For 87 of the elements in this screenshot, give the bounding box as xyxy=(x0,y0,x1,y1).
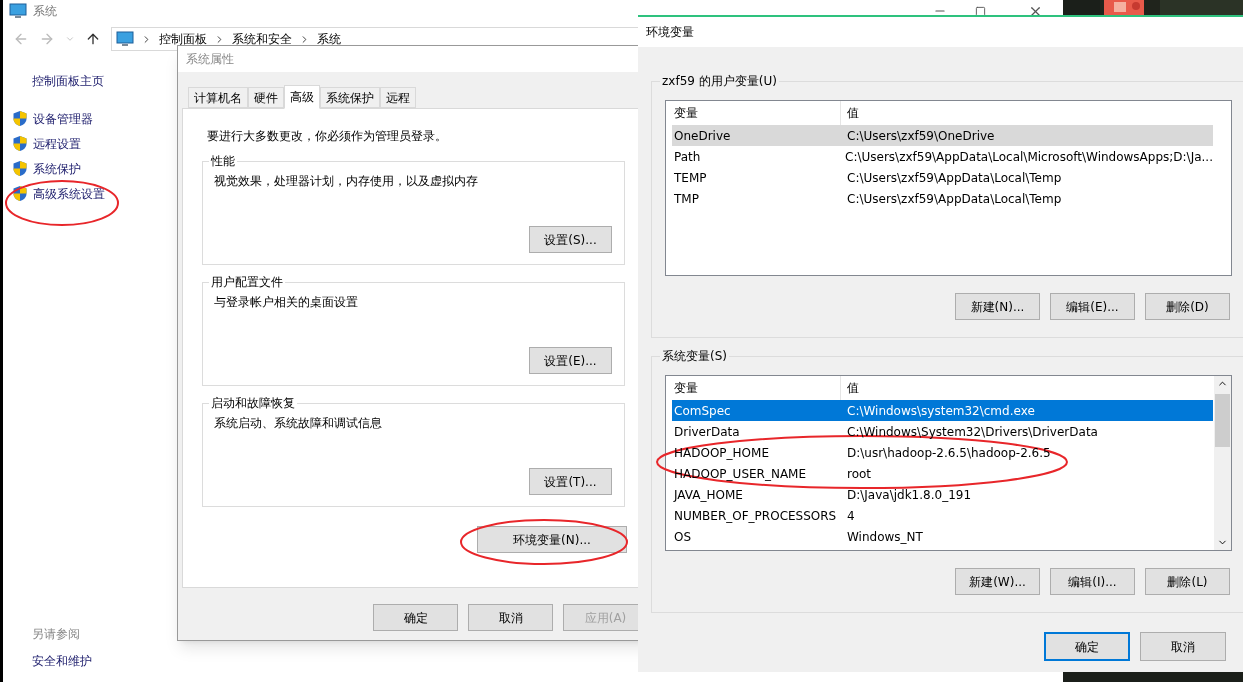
sidebar-link[interactable]: 设备管理器 xyxy=(33,109,93,128)
variable-value: C:\Users\zxf59\OneDrive xyxy=(846,127,996,145)
forward-icon[interactable] xyxy=(39,31,55,47)
variable-name: TEMP xyxy=(673,169,708,187)
list-row[interactable]: OS Windows_NT xyxy=(672,526,1213,547)
sidebar-link[interactable]: 安全和维护 xyxy=(32,652,92,670)
settings-button[interactable]: 设置(T)... xyxy=(529,468,612,495)
list-action-button[interactable]: 删除(L) xyxy=(1145,568,1230,595)
group-description: 与登录帐户相关的桌面设置 xyxy=(214,294,359,311)
scroll-thumb[interactable] xyxy=(1215,394,1230,447)
group-title: 性能 xyxy=(209,154,237,168)
variable-name: HADOOP_HOME xyxy=(673,444,770,462)
variable-name: ComSpec xyxy=(673,402,732,420)
maximize-icon[interactable] xyxy=(975,5,986,17)
tab[interactable]: 远程 xyxy=(380,87,416,108)
window-title: 系统 xyxy=(33,3,57,20)
computer-icon xyxy=(9,3,27,19)
list-action-button[interactable]: 编辑(I)... xyxy=(1050,568,1135,595)
list-row[interactable]: ComSpec C:\Windows\system32\cmd.exe xyxy=(672,400,1213,421)
scrollbar[interactable] xyxy=(1214,376,1231,550)
variable-name: DriverData xyxy=(673,423,741,441)
shield-icon xyxy=(12,160,28,177)
breadcrumb-item[interactable]: 系统和安全 xyxy=(232,32,292,46)
variable-value: C:\Windows\System32\Drivers\DriverData xyxy=(846,423,1099,441)
variable-name: OS xyxy=(673,528,693,546)
variable-value: C:\Users\zxf59\AppData\Local\Temp xyxy=(846,169,1063,187)
list-row[interactable]: Path C:\Users\zxf59\AppData\Local\Microsoft\WindowsApps;D:\Ja... xyxy=(672,146,1213,167)
group-title: zxf59 的用户变量(U) xyxy=(660,74,779,88)
dialog-button[interactable]: 取消 xyxy=(1140,632,1226,661)
dialog-button[interactable]: 取消 xyxy=(468,604,553,631)
history-caret-icon[interactable] xyxy=(65,34,75,44)
sidebar-link[interactable]: 高级系统设置 xyxy=(33,184,105,203)
variable-value: C:\Windows\system32\cmd.exe xyxy=(846,402,1036,420)
breadcrumb-item[interactable]: 控制面板 xyxy=(159,32,207,46)
sidebar-link[interactable]: 系统保护 xyxy=(33,159,81,178)
group-title: 系统变量(S) xyxy=(660,349,729,363)
computer-icon xyxy=(116,31,134,47)
list-action-button[interactable]: 删除(D) xyxy=(1145,293,1230,320)
variable-name: OneDrive xyxy=(673,127,732,145)
sidebar-link[interactable]: 远程设置 xyxy=(33,134,81,153)
settings-button[interactable]: 设置(S)... xyxy=(529,226,612,253)
variable-name: JAVA_HOME xyxy=(672,486,744,504)
environment-variables-button[interactable]: 环境变量(N)... xyxy=(477,526,627,553)
settings-button[interactable]: 设置(E)... xyxy=(529,347,612,374)
column-header[interactable]: 值 xyxy=(841,101,1213,125)
dialog-button[interactable]: 确定 xyxy=(1044,632,1130,661)
shield-icon xyxy=(12,110,28,127)
breadcrumb-item[interactable]: 系统 xyxy=(317,32,341,46)
variable-name: Path xyxy=(673,148,702,166)
notice-text: 要进行大多数更改，你必须作为管理员登录。 xyxy=(206,128,448,145)
variable-name: TMP xyxy=(673,190,700,208)
tab[interactable]: 硬件 xyxy=(248,87,284,108)
variable-value: D:\usr\hadoop-2.6.5\hadoop-2.6.5 xyxy=(846,444,1052,462)
variable-value: root xyxy=(846,465,873,483)
list-row[interactable]: DriverData C:\Windows\System32\Drivers\DriverData xyxy=(672,421,1213,442)
list-action-button[interactable]: 编辑(E)... xyxy=(1050,293,1135,320)
shield-icon xyxy=(12,185,28,202)
variable-name: HADOOP_USER_NAME xyxy=(673,465,808,483)
group-description: 系统启动、系统故障和调试信息 xyxy=(214,415,383,432)
dialog-button[interactable]: 确定 xyxy=(373,604,458,631)
column-header[interactable]: 值 xyxy=(841,376,1213,400)
tab[interactable]: 高级 xyxy=(284,85,320,109)
up-icon[interactable] xyxy=(85,31,101,47)
list-row[interactable]: OneDrive C:\Users\zxf59\OneDrive xyxy=(672,125,1213,146)
group-title: 用户配置文件 xyxy=(209,275,285,289)
list-row[interactable]: NUMBER_OF_PROCESSORS 4 xyxy=(672,505,1213,526)
list-row[interactable]: HADOOP_HOME D:\usr\hadoop-2.6.5\hadoop-2.6.5 xyxy=(672,442,1213,463)
variable-value: C:\Users\zxf59\AppData\Local\Microsoft\WindowsApps;D:\Ja... xyxy=(844,148,1213,166)
see-also-heading: 另请参阅 xyxy=(32,626,81,643)
tab[interactable]: 计算机名 xyxy=(188,87,248,108)
group-description: 视觉效果，处理器计划，内存使用，以及虚拟内存 xyxy=(214,173,479,190)
list-row[interactable]: TEMP C:\Users\zxf59\AppData\Local\Temp xyxy=(672,167,1213,188)
shield-icon xyxy=(12,135,28,152)
variable-value: C:\Users\zxf59\AppData\Local\Temp xyxy=(846,190,1063,208)
tab[interactable]: 系统保护 xyxy=(320,87,380,108)
list-action-button[interactable]: 新建(N)... xyxy=(955,293,1040,320)
variable-value: D:\Java\jdk1.8.0_191 xyxy=(846,486,973,504)
back-icon[interactable] xyxy=(13,31,29,47)
variable-name: NUMBER_OF_PROCESSORS xyxy=(673,507,838,525)
list-row[interactable]: TMP C:\Users\zxf59\AppData\Local\Temp xyxy=(672,188,1213,209)
list-row[interactable]: JAVA_HOME D:\Java\jdk1.8.0_191 xyxy=(672,484,1213,505)
list-row[interactable]: HADOOP_USER_NAME root xyxy=(672,463,1213,484)
list-action-button[interactable]: 新建(W)... xyxy=(955,568,1040,595)
variable-value: Windows_NT xyxy=(846,528,924,546)
variable-value: 4 xyxy=(846,507,856,525)
group-title: 启动和故障恢复 xyxy=(209,396,297,410)
dialog-title: 系统属性 xyxy=(186,51,234,68)
